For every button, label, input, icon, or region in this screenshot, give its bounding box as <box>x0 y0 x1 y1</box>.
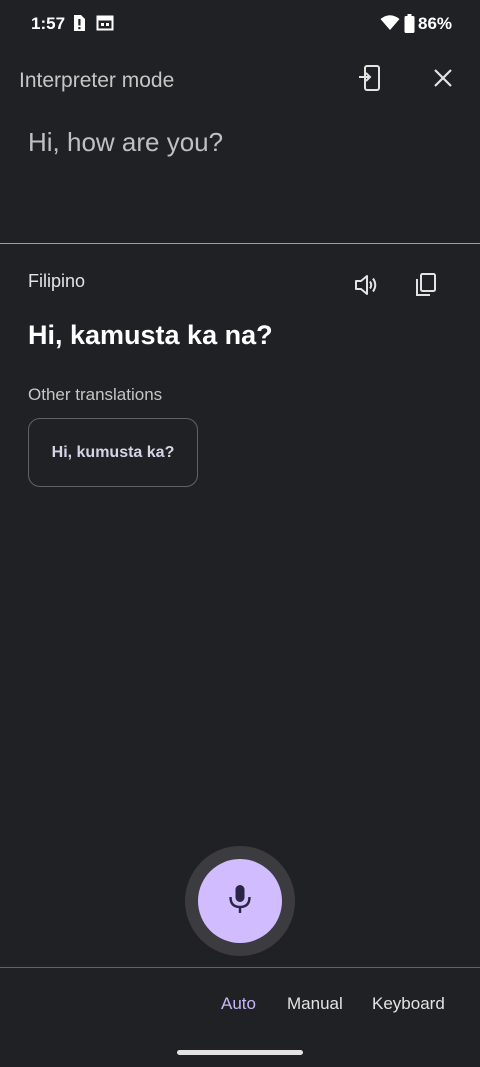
close-button[interactable] <box>425 62 461 98</box>
interpreter-screen: 1:57 86% Interpreter mode Hi, how are yo… <box>0 0 480 1067</box>
exit-interpreter-icon <box>358 64 382 97</box>
alternate-translation-chip[interactable]: Hi, kumusta ka? <box>28 418 198 487</box>
battery-icon <box>404 14 415 38</box>
page-title: Interpreter mode <box>19 69 175 92</box>
tab-manual[interactable]: Manual <box>287 994 343 1014</box>
alert-icon <box>72 14 86 37</box>
mic-button[interactable] <box>198 859 282 943</box>
battery-percentage: 86% <box>418 14 453 33</box>
target-language-label: Filipino <box>28 271 86 291</box>
other-translations-label: Other translations <box>28 385 163 404</box>
bottom-divider <box>0 967 480 968</box>
divider <box>0 243 480 244</box>
calendar-icon <box>96 14 114 37</box>
status-bar: 1:57 86% <box>0 0 480 48</box>
copy-icon <box>415 272 437 302</box>
microphone-icon <box>227 883 253 920</box>
exit-interpreter-button[interactable] <box>352 62 388 98</box>
translated-text: Hi, kamusta ka na? <box>28 320 273 350</box>
speaker-icon <box>354 274 378 301</box>
close-icon <box>433 68 453 93</box>
tab-auto[interactable]: Auto <box>221 994 256 1014</box>
mic-ring <box>185 846 295 956</box>
status-time: 1:57 <box>31 14 66 33</box>
speak-button[interactable] <box>347 268 385 306</box>
tab-keyboard[interactable]: Keyboard <box>372 994 445 1014</box>
home-indicator[interactable] <box>177 1050 303 1055</box>
wifi-icon <box>380 15 400 36</box>
source-text: Hi, how are you? <box>28 127 224 157</box>
copy-button[interactable] <box>407 268 445 306</box>
